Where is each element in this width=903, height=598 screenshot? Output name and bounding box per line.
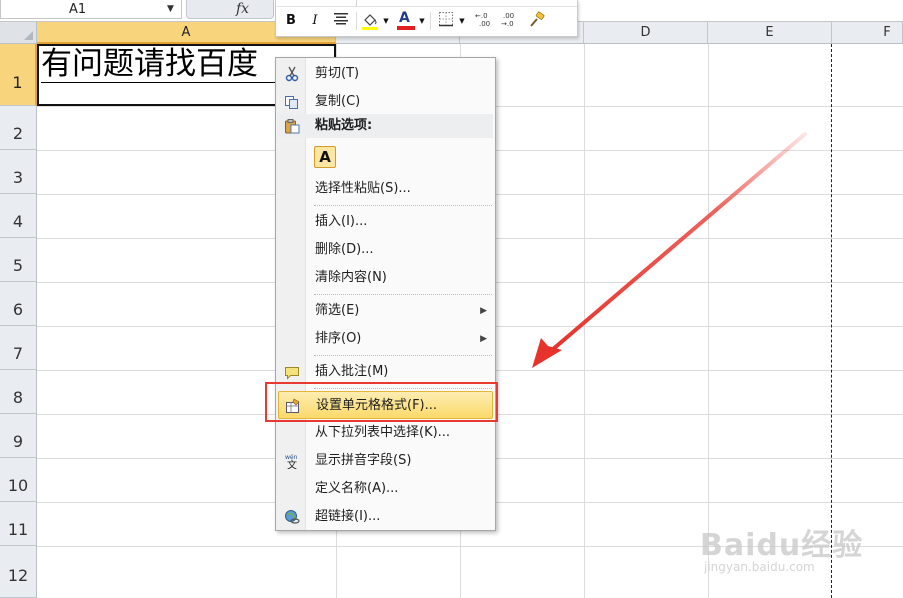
menu-item-delete[interactable]: 删除(D)... (278, 236, 493, 264)
mini-toolbar-font-row (276, 0, 577, 7)
row-header-9[interactable]: 9 (0, 414, 37, 458)
chevron-down-icon[interactable]: ▼ (382, 11, 390, 31)
hyperlink-icon (285, 510, 300, 524)
svg-text:.00: .00 (503, 12, 514, 20)
borders-icon (439, 12, 453, 27)
menu-item-label: 清除内容(N) (315, 270, 387, 285)
menu-item-filter[interactable]: 筛选(E) ▶ (278, 297, 493, 325)
increase-decimal-button[interactable]: ←.0 .00 (474, 11, 496, 31)
borders-button[interactable] (436, 11, 456, 31)
highlight-annotation-box (265, 382, 498, 422)
menu-item-cut[interactable]: 剪切(T) (278, 60, 493, 88)
menu-item-insert[interactable]: 插入(I)... (278, 208, 493, 236)
menu-item-label: 超链接(I)... (315, 509, 381, 524)
paintbrush-icon (530, 11, 545, 27)
menu-item-label: 从下拉列表中选择(K)... (315, 425, 451, 440)
menu-divider (314, 294, 492, 295)
comment-icon (285, 367, 299, 380)
fx-icon[interactable]: fx (236, 0, 249, 19)
menu-item-label: 排序(O) (315, 331, 362, 346)
menu-item-pick-from-list[interactable]: 从下拉列表中选择(K)... (278, 419, 493, 447)
menu-item-label: 粘贴选项: (315, 118, 373, 133)
row-header-4[interactable]: 4 (0, 194, 37, 238)
row-header-10[interactable]: 10 (0, 458, 37, 502)
column-header-f[interactable]: F (832, 22, 903, 44)
menu-item-label: 定义名称(A)... (315, 481, 399, 496)
column-header-e[interactable]: E (708, 22, 832, 44)
font-color-letter: A (399, 10, 410, 26)
row-header-8[interactable]: 8 (0, 370, 37, 414)
cell-a1-content: 有问题请找百度 (41, 46, 258, 82)
name-box[interactable]: A1 ▼ (0, 0, 182, 19)
row-header-2[interactable]: 2 (0, 106, 37, 150)
submenu-arrow-icon: ▶ (480, 334, 487, 344)
menu-item-define-name[interactable]: 定义名称(A)... (278, 475, 493, 503)
row-header-5[interactable]: 5 (0, 238, 37, 282)
baidu-watermark: Baidu经验 jingyan.baidu.com (700, 520, 900, 590)
svg-text:←.0: ←.0 (475, 12, 488, 20)
decrease-decimal-button[interactable]: .00 →.0 (500, 11, 522, 31)
menu-item-label: 剪切(T) (315, 66, 360, 81)
menu-item-copy[interactable]: 复制(C) (278, 88, 493, 116)
menu-item-label: 选择性粘贴(S)... (315, 181, 411, 196)
svg-text:.00: .00 (479, 20, 490, 27)
chevron-down-icon[interactable]: ▼ (167, 0, 174, 19)
gridline (708, 44, 709, 598)
watermark-logo: Baidu经验 (700, 528, 864, 563)
row-header-12[interactable]: 12 (0, 546, 37, 598)
menu-item-clear-contents[interactable]: 清除内容(N) (278, 264, 493, 292)
menu-item-label: 显示拼音字段(S) (315, 453, 412, 468)
menu-item-paste-special[interactable]: 选择性粘贴(S)... (278, 175, 493, 203)
chevron-down-icon[interactable]: ▼ (458, 11, 466, 31)
scissors-icon (285, 66, 299, 82)
watermark-url: jingyan.baidu.com (704, 560, 815, 574)
mini-toolbar: B I ▼ A ▼ ▼ ←.0 .00 .00 →.0 (275, 0, 578, 37)
svg-text:文: 文 (287, 459, 297, 470)
cell-a1-underline (41, 82, 281, 83)
row-header-6[interactable]: 6 (0, 282, 37, 326)
row-header-7[interactable]: 7 (0, 326, 37, 370)
submenu-arrow-icon: ▶ (480, 306, 487, 316)
font-color-swatch (397, 26, 415, 30)
menu-item-label: 删除(D)... (315, 242, 374, 257)
italic-button[interactable]: I (306, 11, 324, 31)
context-menu: 剪切(T) 复制(C) 粘贴选项: A 选择性粘贴(S)... 插入(I)...… (275, 57, 496, 531)
gridline (584, 44, 585, 598)
paste-icon (285, 119, 300, 134)
increase-decimal-icon: ←.0 .00 (475, 12, 490, 28)
align-center-button[interactable] (330, 11, 352, 31)
menu-item-label: 筛选(E) (315, 303, 360, 318)
chevron-down-icon[interactable]: ▼ (418, 11, 426, 31)
phonetic-icon: wén 文 (285, 454, 298, 470)
svg-text:→.0: →.0 (501, 20, 514, 27)
fill-color-button[interactable] (360, 11, 380, 31)
menu-item-label: 插入(I)... (315, 214, 368, 229)
menu-item-show-phonetic[interactable]: wén 文 显示拼音字段(S) (278, 447, 493, 475)
paste-keep-text-icon[interactable]: A (314, 146, 336, 168)
align-center-icon (334, 13, 348, 25)
bold-button[interactable]: B (282, 11, 300, 31)
copy-icon (285, 96, 298, 109)
menu-item-sort[interactable]: 排序(O) ▶ (278, 325, 493, 353)
menu-item-hyperlink[interactable]: 超链接(I)... (278, 503, 493, 531)
name-box-value: A1 (69, 2, 87, 17)
column-header-d[interactable]: D (584, 22, 708, 44)
formula-buttons (186, 0, 274, 19)
format-painter-button[interactable] (526, 11, 548, 31)
menu-divider (314, 205, 492, 206)
page-break-line (831, 44, 832, 598)
menu-item-label: 复制(C) (315, 94, 361, 109)
menu-heading-paste-options: 粘贴选项: (278, 114, 493, 138)
font-color-button[interactable]: A (396, 10, 416, 31)
row-header-1[interactable]: 1 (0, 44, 37, 106)
row-header-3[interactable]: 3 (0, 150, 37, 194)
paint-bucket-icon (362, 14, 378, 30)
select-all-corner[interactable] (0, 22, 37, 44)
menu-divider (314, 355, 492, 356)
row-header-11[interactable]: 11 (0, 502, 37, 546)
decrease-decimal-icon: .00 →.0 (501, 12, 514, 28)
